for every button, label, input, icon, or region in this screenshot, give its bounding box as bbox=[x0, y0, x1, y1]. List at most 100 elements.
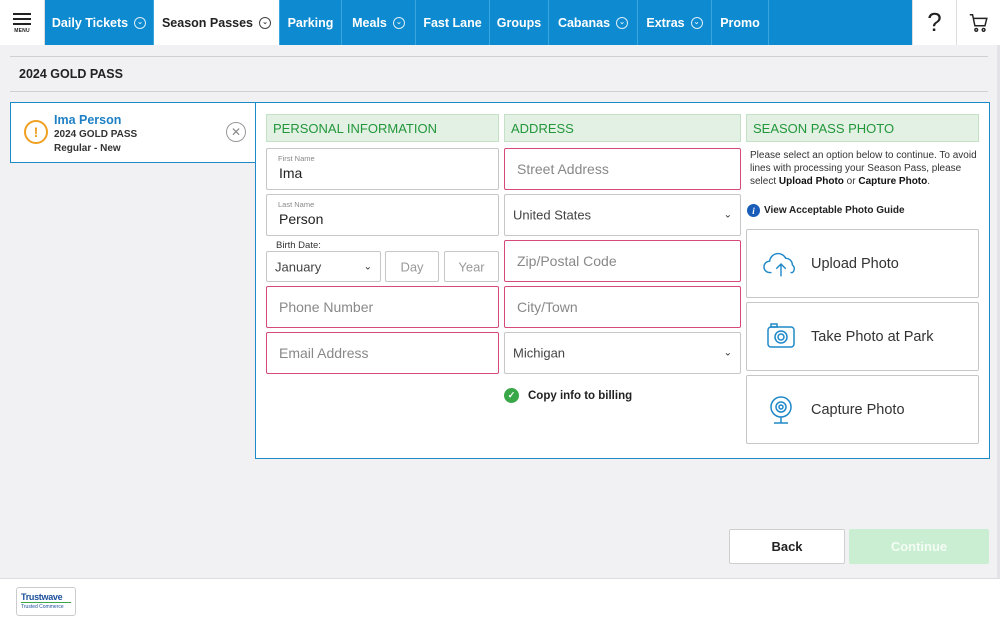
divider bbox=[10, 56, 988, 57]
trustwave-badge[interactable]: Trustwave Trusted Commerce bbox=[16, 587, 76, 616]
tab-label: Extras bbox=[646, 15, 685, 30]
upload-photo-label: Upload Photo bbox=[811, 255, 899, 272]
copy-to-billing-toggle[interactable]: ✓ Copy info to billing bbox=[504, 388, 632, 403]
help-icon: ? bbox=[927, 7, 942, 37]
city-placeholder: City/Town bbox=[517, 299, 578, 315]
back-button[interactable]: Back bbox=[729, 529, 845, 564]
camera-icon bbox=[763, 321, 799, 353]
last-name-label: Last Name bbox=[278, 200, 315, 209]
tab-daily-tickets[interactable]: Daily Tickets ⌄ bbox=[45, 0, 154, 45]
page-title: 2024 GOLD PASS bbox=[19, 67, 123, 81]
city-input[interactable]: City/Town bbox=[504, 286, 741, 328]
trustwave-logo-text: Trustwave bbox=[21, 592, 63, 602]
chevron-down-icon: ⌄ bbox=[392, 16, 405, 29]
tab-label: Daily Tickets bbox=[51, 15, 129, 30]
trustwave-sub-text: Trusted Commerce bbox=[21, 604, 64, 610]
capture-photo-label: Capture Photo bbox=[811, 401, 905, 418]
cart-button[interactable] bbox=[956, 0, 1000, 45]
menu-label: MENU bbox=[14, 28, 30, 34]
take-photo-label: Take Photo at Park bbox=[811, 328, 934, 345]
footer: Trustwave Trusted Commerce bbox=[0, 578, 1000, 622]
chevron-down-icon: ⌄ bbox=[363, 261, 372, 272]
tab-label: Cabanas bbox=[557, 15, 611, 30]
photo-desc-upload: Upload Photo bbox=[778, 176, 844, 187]
email-input[interactable]: Email Address bbox=[266, 332, 499, 374]
guest-pass: 2024 GOLD PASS bbox=[54, 129, 138, 140]
phone-placeholder: Phone Number bbox=[279, 299, 374, 315]
tab-parking[interactable]: Parking bbox=[280, 0, 342, 45]
warning-icon: ! bbox=[24, 120, 48, 144]
tab-label: Season Passes bbox=[161, 15, 254, 30]
tab-groups[interactable]: Groups bbox=[490, 0, 549, 45]
first-name-value: Ima bbox=[279, 165, 303, 181]
chevron-down-icon: ⌄ bbox=[690, 16, 703, 29]
menu-button[interactable]: MENU bbox=[0, 0, 45, 45]
address-heading: ADDRESS bbox=[504, 114, 741, 142]
info-icon: i bbox=[747, 204, 760, 217]
tab-cabanas[interactable]: Cabanas ⌄ bbox=[549, 0, 638, 45]
guest-card[interactable]: ! Ima Person 2024 GOLD PASS Regular - Ne… bbox=[10, 102, 258, 163]
chevron-down-icon: ⌄ bbox=[616, 16, 629, 29]
state-value: Michigan bbox=[513, 345, 566, 361]
upload-photo-button[interactable]: Upload Photo bbox=[746, 229, 979, 298]
birth-month-select[interactable]: January ⌄ bbox=[266, 251, 381, 282]
continue-button[interactable]: Continue bbox=[849, 529, 989, 564]
phone-input[interactable]: Phone Number bbox=[266, 286, 499, 328]
tab-label: Groups bbox=[496, 15, 542, 30]
take-photo-at-park-button[interactable]: Take Photo at Park bbox=[746, 302, 979, 371]
first-name-field[interactable]: First Name Ima bbox=[266, 148, 499, 190]
guest-name: Ima Person bbox=[54, 113, 122, 127]
cart-icon bbox=[969, 13, 988, 32]
tab-meals[interactable]: Meals ⌄ bbox=[342, 0, 416, 45]
chevron-down-icon: ⌄ bbox=[723, 209, 732, 221]
help-button[interactable]: ? bbox=[912, 0, 956, 45]
zip-placeholder: Zip/Postal Code bbox=[517, 253, 617, 269]
chevron-down-icon: ⌄ bbox=[723, 347, 732, 359]
photo-guide-link[interactable]: i View Acceptable Photo Guide bbox=[747, 204, 905, 217]
country-value: United States bbox=[513, 207, 592, 223]
tab-label: Meals bbox=[352, 15, 387, 30]
photo-heading: SEASON PASS PHOTO bbox=[746, 114, 979, 142]
photo-guide-label: View Acceptable Photo Guide bbox=[764, 205, 905, 216]
tab-fast-lane[interactable]: Fast Lane bbox=[416, 0, 490, 45]
capture-photo-button[interactable]: Capture Photo bbox=[746, 375, 979, 444]
hamburger-icon-bar bbox=[13, 22, 31, 25]
birth-year-placeholder: Year bbox=[458, 259, 485, 274]
birth-year-input[interactable]: Year bbox=[444, 251, 499, 282]
tab-label: Promo bbox=[720, 15, 760, 30]
email-placeholder: Email Address bbox=[279, 345, 369, 361]
chevron-down-icon: ⌄ bbox=[134, 16, 147, 29]
country-select[interactable]: United States ⌄ bbox=[504, 194, 741, 236]
street-address-input[interactable]: Street Address bbox=[504, 148, 741, 190]
trustwave-stripe bbox=[21, 602, 71, 603]
webcam-icon bbox=[763, 394, 799, 426]
zip-input[interactable]: Zip/Postal Code bbox=[504, 240, 741, 282]
personal-info-heading: PERSONAL INFORMATION bbox=[266, 114, 499, 142]
tab-promo[interactable]: Promo bbox=[712, 0, 769, 45]
guest-type: Regular - New bbox=[54, 143, 121, 154]
remove-guest-button[interactable]: ✕ bbox=[226, 122, 246, 142]
birth-day-placeholder: Day bbox=[400, 259, 424, 274]
tab-label: Fast Lane bbox=[423, 15, 482, 30]
tab-label: Parking bbox=[287, 15, 334, 30]
close-icon: ✕ bbox=[230, 125, 242, 139]
checkmark-icon: ✓ bbox=[504, 388, 519, 403]
copy-to-billing-label: Copy info to billing bbox=[528, 389, 633, 402]
tab-season-passes[interactable]: Season Passes ⌄ bbox=[154, 0, 280, 45]
guest-form-panel: PERSONAL INFORMATION First Name Ima Last… bbox=[255, 102, 990, 459]
photo-desc-or: or bbox=[843, 176, 859, 187]
state-select[interactable]: Michigan ⌄ bbox=[504, 332, 741, 374]
photo-desc-capture: Capture Photo bbox=[858, 176, 928, 187]
last-name-value: Person bbox=[279, 211, 324, 227]
top-nav: MENU Daily Tickets ⌄ Season Passes ⌄ Par… bbox=[0, 0, 1000, 45]
tab-extras[interactable]: Extras ⌄ bbox=[638, 0, 712, 45]
birth-date-label: Birth Date: bbox=[276, 240, 321, 251]
divider bbox=[10, 91, 988, 92]
photo-desc-end: . bbox=[927, 176, 931, 187]
street-address-placeholder: Street Address bbox=[517, 161, 609, 177]
birth-day-input[interactable]: Day bbox=[385, 251, 439, 282]
photo-instructions: Please select an option below to continu… bbox=[750, 149, 980, 188]
cloud-upload-icon bbox=[763, 248, 799, 280]
last-name-field[interactable]: Last Name Person bbox=[266, 194, 499, 236]
